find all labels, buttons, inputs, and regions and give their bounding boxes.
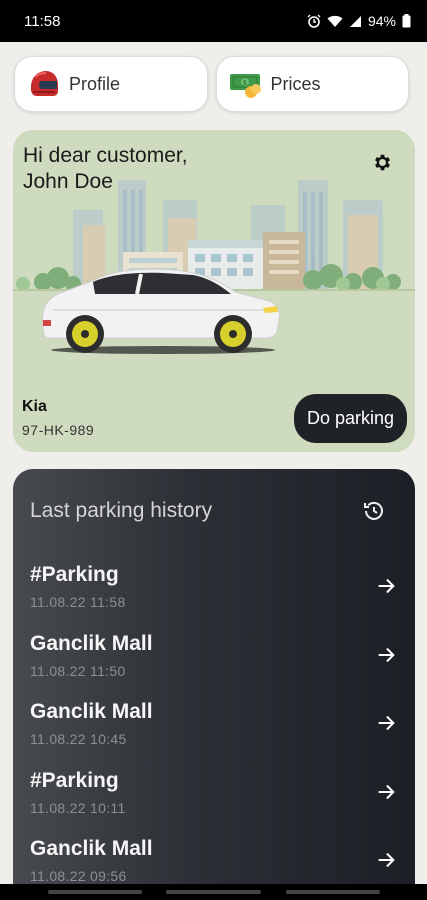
arrow-right-icon[interactable] xyxy=(375,781,397,808)
history-title: Last parking history xyxy=(30,499,213,522)
arrow-right-icon[interactable] xyxy=(375,849,397,876)
car-model: Kia xyxy=(22,398,47,415)
customer-name: John Doe xyxy=(23,170,113,193)
history-row[interactable]: #Parking 11.08.22 11:58 xyxy=(13,559,415,628)
history-date: 11.08.22 11:58 xyxy=(30,594,126,610)
history-location: #Parking xyxy=(30,768,119,792)
history-row[interactable]: Ganclik Mall 11.08.22 10:45 xyxy=(13,696,415,765)
top-actions: Profile $ Prices xyxy=(14,56,409,112)
history-location: Ganclik Mall xyxy=(30,837,153,860)
status-bar: 11:58 94% xyxy=(0,0,427,42)
nav-back[interactable] xyxy=(48,890,142,894)
history-row[interactable]: #Parking 11.08.22 10:11 xyxy=(13,765,415,834)
prices-button[interactable]: $ Prices xyxy=(215,56,409,112)
system-nav-bar xyxy=(0,884,427,900)
battery-percent: 94% xyxy=(367,13,396,29)
money-icon: $ xyxy=(229,67,263,101)
arrow-right-icon[interactable] xyxy=(375,712,397,739)
alarm-icon xyxy=(307,14,321,28)
profile-label: Profile xyxy=(69,73,121,94)
svg-text:$: $ xyxy=(242,79,246,87)
history-date: 11.08.22 10:45 xyxy=(30,731,127,747)
parking-history-panel: Last parking history #Parking 11.08.22 1… xyxy=(13,469,415,900)
history-date: 11.08.22 11:50 xyxy=(30,662,126,679)
history-location: Ganclik Mall xyxy=(30,631,153,655)
gear-icon[interactable] xyxy=(372,152,393,178)
greeting-line: Hi dear customer, xyxy=(23,144,188,167)
car-plate: 97-HK-989 xyxy=(22,422,95,438)
prices-label: Prices xyxy=(270,73,321,94)
nav-recents[interactable] xyxy=(286,890,380,894)
do-parking-button[interactable]: Do parking xyxy=(294,394,407,443)
nav-home[interactable] xyxy=(166,890,261,894)
history-icon[interactable] xyxy=(362,499,386,528)
status-time: 11:58 xyxy=(24,12,61,30)
vehicle-card: Hi dear customer, John Doe Kia 97-HK-989… xyxy=(13,130,415,452)
greeting: Hi dear customer, John Doe xyxy=(23,143,188,195)
arrow-right-icon[interactable] xyxy=(375,644,397,671)
history-list: #Parking 11.08.22 11:58 Ganclik Mall 11.… xyxy=(13,559,415,900)
helmet-icon xyxy=(27,67,61,101)
profile-button[interactable]: Profile xyxy=(14,56,208,112)
history-date: 11.08.22 09:56 xyxy=(30,868,127,884)
history-location: Ganclik Mall xyxy=(30,700,153,723)
city-car-illustration xyxy=(13,170,415,360)
history-location: #Parking xyxy=(30,563,119,586)
status-icons: 94% xyxy=(307,13,411,29)
history-date: 11.08.22 10:11 xyxy=(30,799,126,816)
wifi-icon xyxy=(327,15,343,28)
arrow-right-icon[interactable] xyxy=(375,575,397,602)
signal-icon xyxy=(349,15,362,28)
history-row[interactable]: Ganclik Mall 11.08.22 11:50 xyxy=(13,628,415,697)
battery-icon xyxy=(402,14,411,28)
